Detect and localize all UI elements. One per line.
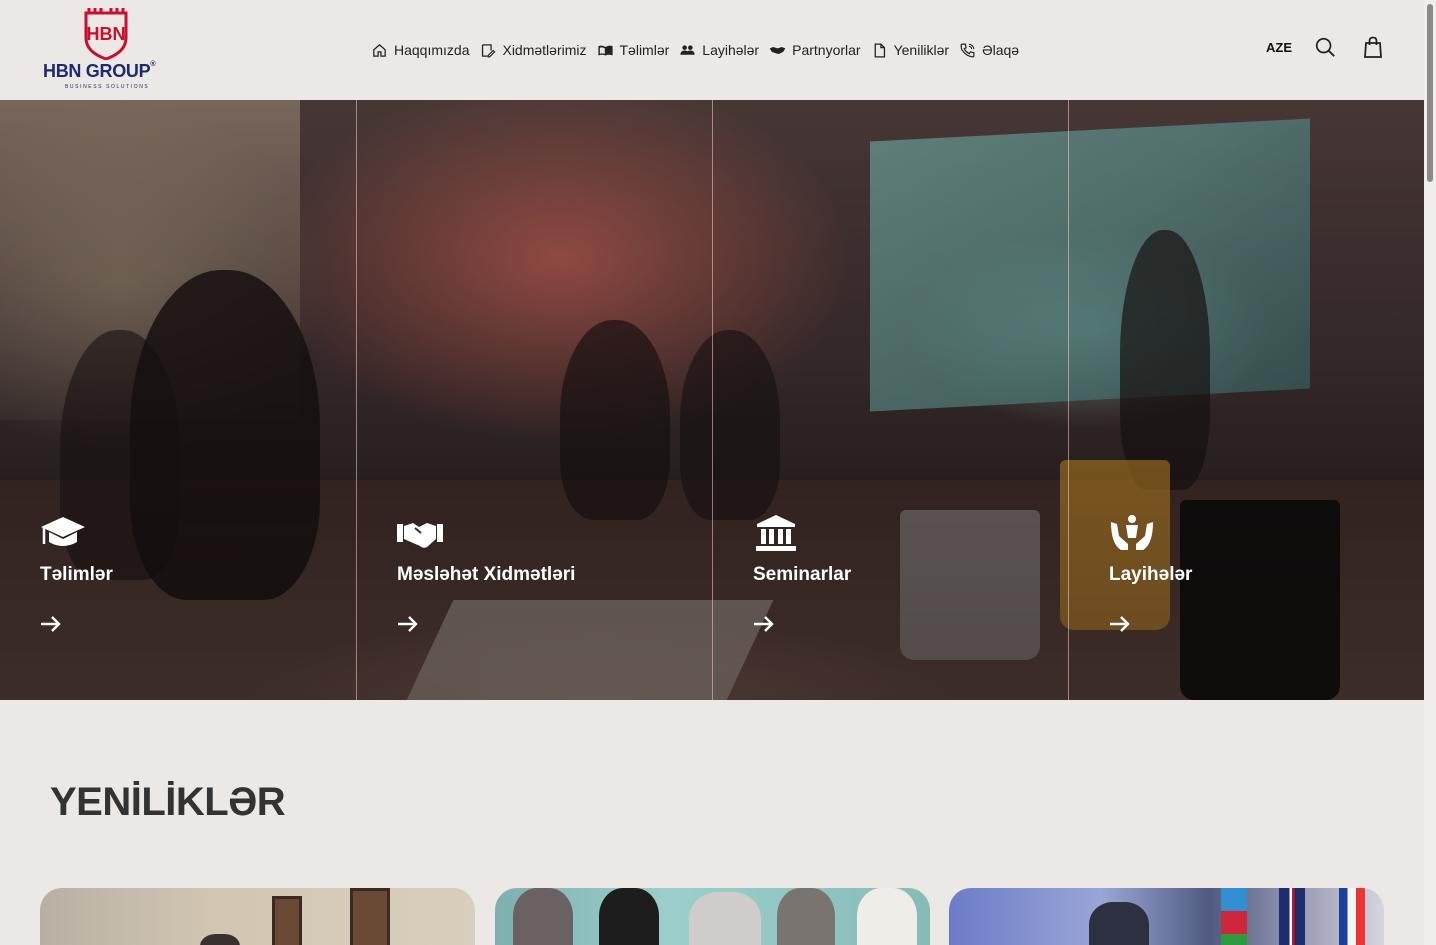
hero-panel-layiheler[interactable]: Layihələr — [1068, 100, 1424, 700]
edit-icon — [482, 43, 496, 57]
news-photo-flag — [1339, 888, 1365, 945]
nav-label: Layihələr — [702, 42, 760, 58]
nav-label: Yeniliklər — [893, 42, 950, 58]
news-photo-person — [513, 888, 573, 945]
news-photo-portrait — [272, 896, 302, 945]
news-photo-person — [599, 888, 659, 945]
shopping-bag-icon[interactable] — [1364, 36, 1382, 58]
hbn-logo-mark-icon: HBN — [84, 8, 128, 60]
handshake-icon — [769, 46, 786, 54]
search-icon[interactable] — [1314, 36, 1336, 58]
site-header: HBN HBN GROUP® BUSINESS SOLUTIONS Haqqım… — [0, 0, 1424, 100]
arrow-right-icon[interactable] — [753, 614, 775, 634]
hands-holding-child-icon — [1111, 515, 1153, 550]
logo-tagline: BUSINESS SOLUTIONS — [65, 84, 150, 90]
panel-title: Seminarlar — [753, 564, 852, 585]
header-actions: AZE — [1266, 36, 1382, 58]
nav-item-telimler[interactable]: Təlimlər — [597, 38, 670, 62]
main-nav: Haqqımızda Xidmətlərimiz Təlimlər Layihə… — [371, 38, 1019, 62]
nav-label: Xidmətlərimiz — [502, 42, 587, 58]
handshake-icon — [397, 523, 443, 548]
news-photo-person — [857, 888, 917, 945]
news-card[interactable] — [949, 888, 1384, 945]
nav-label: Haqqımızda — [394, 42, 470, 58]
arrow-right-icon[interactable] — [40, 614, 62, 634]
building-columns-icon — [756, 515, 796, 551]
panel-title: Təlimlər — [40, 564, 113, 585]
hero-panel-telimler[interactable]: Təlimlər — [0, 100, 356, 700]
nav-item-layiheler[interactable]: Layihələr — [679, 38, 759, 62]
news-section-title: YENİLİKLƏR — [50, 780, 286, 824]
news-photo-person — [777, 888, 835, 945]
arrow-right-icon[interactable] — [397, 614, 419, 634]
hero-panel-seminarlar[interactable]: Seminarlar — [712, 100, 1068, 700]
phone-icon — [960, 43, 975, 57]
nav-label: Əlaqə — [982, 42, 1020, 58]
nav-label: Partnyorlar — [792, 42, 861, 58]
nav-item-haqqimizda[interactable]: Haqqımızda — [371, 38, 469, 62]
book-open-icon — [597, 45, 613, 55]
nav-item-yenilikler[interactable]: Yeniliklər — [871, 38, 950, 62]
hero-panel-meslehet-xidmetleri[interactable]: Məsləhət Xidmətləri — [356, 100, 712, 700]
arrow-right-icon[interactable] — [1109, 614, 1131, 634]
news-card[interactable] — [40, 888, 475, 945]
news-photo-person — [689, 892, 761, 945]
news-photo-portrait — [350, 888, 390, 945]
logo[interactable]: HBN HBN GROUP® BUSINESS SOLUTIONS — [40, 8, 172, 92]
news-card[interactable] — [495, 888, 930, 945]
news-photo-flag — [1221, 888, 1247, 945]
nav-label: Təlimlər — [619, 42, 670, 58]
document-icon — [874, 42, 885, 58]
users-icon — [680, 44, 695, 55]
scrollbar-thumb[interactable] — [1427, 4, 1433, 182]
page-scrollbar[interactable] — [1424, 0, 1436, 945]
hero-banner: Təlimlər Məsləhət Xidmətləri Seminarlar — [0, 100, 1424, 700]
panel-title: Məsləhət Xidmətləri — [397, 564, 576, 585]
svg-text:HBN: HBN — [87, 24, 126, 44]
language-selector[interactable]: AZE — [1266, 40, 1294, 55]
news-photo-flag — [1279, 888, 1305, 945]
graduation-cap-icon — [41, 517, 85, 546]
nav-item-xidmetlerimiz[interactable]: Xidmətlərimiz — [479, 38, 587, 62]
panel-title: Layihələr — [1109, 564, 1193, 585]
nav-item-partnyorlar[interactable]: Partnyorlar — [769, 38, 861, 62]
news-photo-person — [1089, 902, 1149, 945]
home-icon — [373, 43, 386, 57]
logo-name: HBN GROUP® — [43, 61, 156, 81]
news-photo-person — [200, 934, 240, 945]
nav-item-elaqe[interactable]: Əlaqə — [959, 38, 1019, 62]
